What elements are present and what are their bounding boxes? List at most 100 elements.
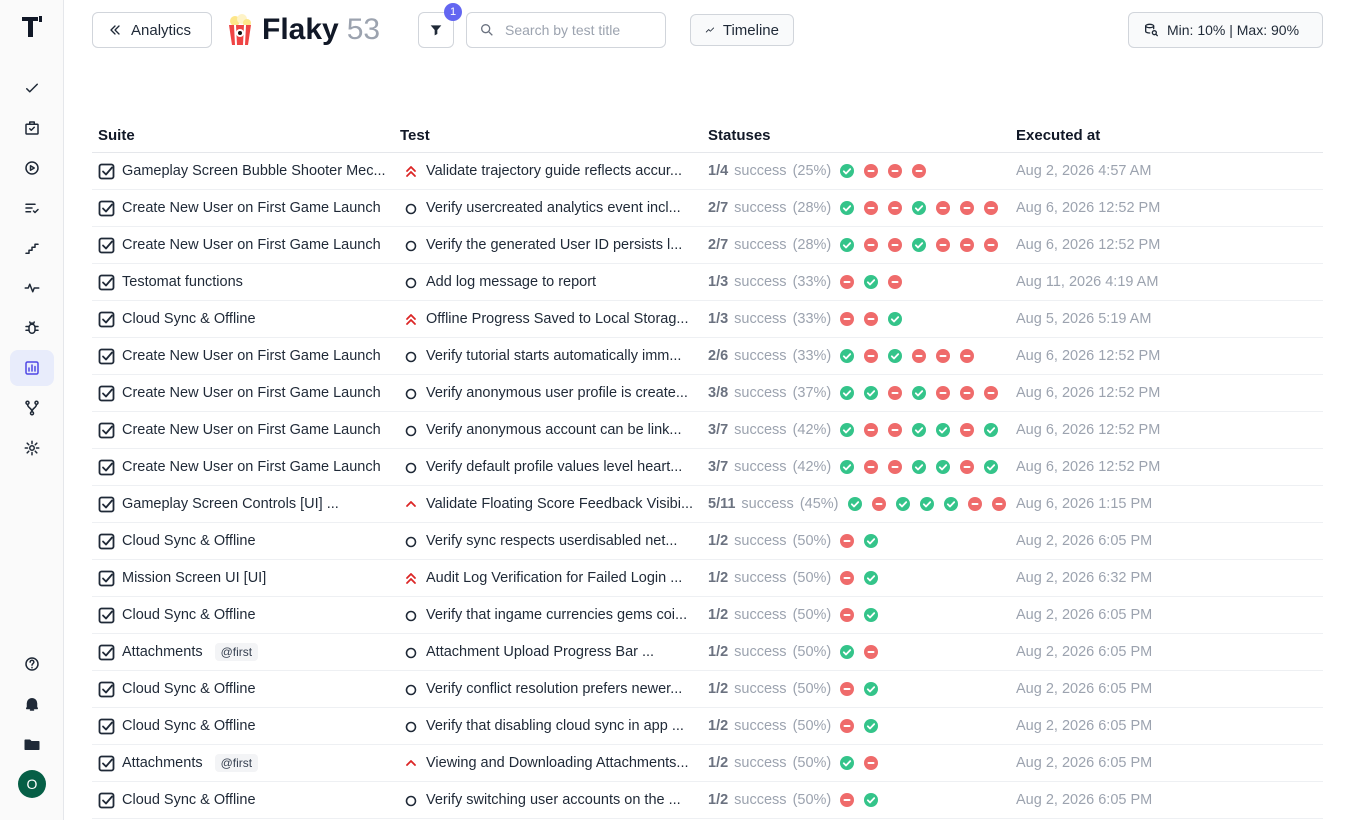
passed-status-icon[interactable] bbox=[839, 237, 855, 253]
passed-status-icon[interactable] bbox=[863, 570, 879, 586]
suite-name[interactable]: Cloud Sync & Offline bbox=[122, 681, 256, 697]
passed-status-icon[interactable] bbox=[839, 459, 855, 475]
table-row[interactable]: Testomat functions Add log message to rep… bbox=[92, 264, 1323, 301]
passed-status-icon[interactable] bbox=[863, 718, 879, 734]
avatar[interactable]: O bbox=[18, 770, 46, 798]
table-row[interactable]: Attachments @first Viewing and Downloading… bbox=[92, 745, 1323, 782]
table-row[interactable]: Create New User on First Game Launch Veri… bbox=[92, 375, 1323, 412]
failed-status-icon[interactable] bbox=[887, 163, 903, 179]
table-row[interactable]: Create New User on First Game Launch Veri… bbox=[92, 449, 1323, 486]
nav-briefcase-icon[interactable] bbox=[10, 110, 54, 146]
passed-status-icon[interactable] bbox=[839, 348, 855, 364]
failed-status-icon[interactable] bbox=[887, 422, 903, 438]
failed-status-icon[interactable] bbox=[863, 422, 879, 438]
failed-status-icon[interactable] bbox=[911, 163, 927, 179]
test-title[interactable]: Verify anonymous account can be link... bbox=[426, 422, 682, 438]
test-title[interactable]: Add log message to report bbox=[426, 274, 596, 290]
failed-status-icon[interactable] bbox=[959, 385, 975, 401]
passed-status-icon[interactable] bbox=[839, 163, 855, 179]
suite-name[interactable]: Gameplay Screen Controls [UI] ... bbox=[122, 496, 339, 512]
passed-status-icon[interactable] bbox=[919, 496, 935, 512]
nav-steps-icon[interactable] bbox=[10, 230, 54, 266]
failed-status-icon[interactable] bbox=[839, 718, 855, 734]
failed-status-icon[interactable] bbox=[839, 533, 855, 549]
passed-status-icon[interactable] bbox=[863, 533, 879, 549]
failed-status-icon[interactable] bbox=[959, 422, 975, 438]
nav-checkmark-icon[interactable] bbox=[10, 70, 54, 106]
column-header-statuses[interactable]: Statuses bbox=[708, 127, 1016, 144]
suite-name[interactable]: Cloud Sync & Offline bbox=[122, 311, 256, 327]
failed-status-icon[interactable] bbox=[887, 459, 903, 475]
failed-status-icon[interactable] bbox=[863, 644, 879, 660]
passed-status-icon[interactable] bbox=[887, 348, 903, 364]
failed-status-icon[interactable] bbox=[911, 348, 927, 364]
test-title[interactable]: Audit Log Verification for Failed Login … bbox=[426, 570, 682, 586]
table-row[interactable]: Cloud Sync & Offline Verify that disablin… bbox=[92, 708, 1323, 745]
test-title[interactable]: Verify conflict resolution prefers newer… bbox=[426, 681, 682, 697]
failed-status-icon[interactable] bbox=[871, 496, 887, 512]
test-title[interactable]: Verify tutorial starts automatically imm… bbox=[426, 348, 681, 364]
test-title[interactable]: Verify that ingame currencies gems coi..… bbox=[426, 607, 687, 623]
failed-status-icon[interactable] bbox=[839, 681, 855, 697]
nav-folder-icon[interactable] bbox=[10, 726, 54, 762]
suite-name[interactable]: Create New User on First Game Launch bbox=[122, 385, 381, 401]
passed-status-icon[interactable] bbox=[863, 792, 879, 808]
test-title[interactable]: Verify usercreated analytics event incl.… bbox=[426, 200, 681, 216]
suite-name[interactable]: Create New User on First Game Launch bbox=[122, 422, 381, 438]
table-row[interactable]: Create New User on First Game Launch Veri… bbox=[92, 190, 1323, 227]
passed-status-icon[interactable] bbox=[895, 496, 911, 512]
failed-status-icon[interactable] bbox=[839, 792, 855, 808]
failed-status-icon[interactable] bbox=[887, 237, 903, 253]
suite-name[interactable]: Create New User on First Game Launch bbox=[122, 200, 381, 216]
failed-status-icon[interactable] bbox=[959, 200, 975, 216]
failed-status-icon[interactable] bbox=[935, 200, 951, 216]
table-row[interactable]: Cloud Sync & Offline Verify switching use… bbox=[92, 782, 1323, 819]
failed-status-icon[interactable] bbox=[863, 237, 879, 253]
column-header-executed-at[interactable]: Executed at bbox=[1016, 127, 1323, 144]
passed-status-icon[interactable] bbox=[911, 385, 927, 401]
table-row[interactable]: Create New User on First Game Launch Veri… bbox=[92, 338, 1323, 375]
failed-status-icon[interactable] bbox=[991, 496, 1007, 512]
failed-status-icon[interactable] bbox=[959, 237, 975, 253]
test-title[interactable]: Attachment Upload Progress Bar ... bbox=[426, 644, 654, 660]
suite-name[interactable]: Attachments bbox=[122, 755, 203, 771]
table-row[interactable]: Cloud Sync & Offline Verify that ingame c… bbox=[92, 597, 1323, 634]
failed-status-icon[interactable] bbox=[887, 385, 903, 401]
table-row[interactable]: Cloud Sync & Offline Verify conflict reso… bbox=[92, 671, 1323, 708]
failed-status-icon[interactable] bbox=[959, 459, 975, 475]
column-header-test[interactable]: Test bbox=[400, 127, 708, 144]
suite-name[interactable]: Cloud Sync & Offline bbox=[122, 792, 256, 808]
test-title[interactable]: Offline Progress Saved to Local Storag..… bbox=[426, 311, 689, 327]
test-title[interactable]: Verify the generated User ID persists l.… bbox=[426, 237, 682, 253]
suite-name[interactable]: Create New User on First Game Launch bbox=[122, 459, 381, 475]
failed-status-icon[interactable] bbox=[863, 163, 879, 179]
passed-status-icon[interactable] bbox=[911, 422, 927, 438]
failed-status-icon[interactable] bbox=[863, 459, 879, 475]
table-row[interactable]: Cloud Sync & Offline Offline Progress Sav… bbox=[92, 301, 1323, 338]
timeline-button[interactable]: Timeline bbox=[690, 14, 794, 46]
failed-status-icon[interactable] bbox=[839, 311, 855, 327]
failed-status-icon[interactable] bbox=[863, 755, 879, 771]
failed-status-icon[interactable] bbox=[863, 311, 879, 327]
passed-status-icon[interactable] bbox=[983, 422, 999, 438]
failed-status-icon[interactable] bbox=[863, 200, 879, 216]
suite-name[interactable]: Create New User on First Game Launch bbox=[122, 237, 381, 253]
passed-status-icon[interactable] bbox=[983, 459, 999, 475]
suite-name[interactable]: Cloud Sync & Offline bbox=[122, 607, 256, 623]
passed-status-icon[interactable] bbox=[887, 311, 903, 327]
passed-status-icon[interactable] bbox=[839, 200, 855, 216]
test-title[interactable]: Validate Floating Score Feedback Visibi.… bbox=[426, 496, 693, 512]
nav-analytics-icon[interactable] bbox=[10, 350, 54, 386]
suite-name[interactable]: Cloud Sync & Offline bbox=[122, 718, 256, 734]
table-row[interactable]: Attachments @first Attachment Upload Progr… bbox=[92, 634, 1323, 671]
back-to-analytics-button[interactable]: Analytics bbox=[92, 12, 212, 48]
search-input[interactable] bbox=[505, 22, 655, 38]
table-row[interactable]: Gameplay Screen Controls [UI] ... Validat… bbox=[92, 486, 1323, 523]
failed-status-icon[interactable] bbox=[959, 348, 975, 364]
failed-status-icon[interactable] bbox=[887, 274, 903, 290]
table-row[interactable]: Gameplay Screen Bubble Shooter Mec... Val… bbox=[92, 153, 1323, 190]
passed-status-icon[interactable] bbox=[863, 681, 879, 697]
passed-status-icon[interactable] bbox=[863, 274, 879, 290]
nav-checklist-icon[interactable] bbox=[10, 190, 54, 226]
table-row[interactable]: Mission Screen UI [UI] Audit Log Verifica… bbox=[92, 560, 1323, 597]
